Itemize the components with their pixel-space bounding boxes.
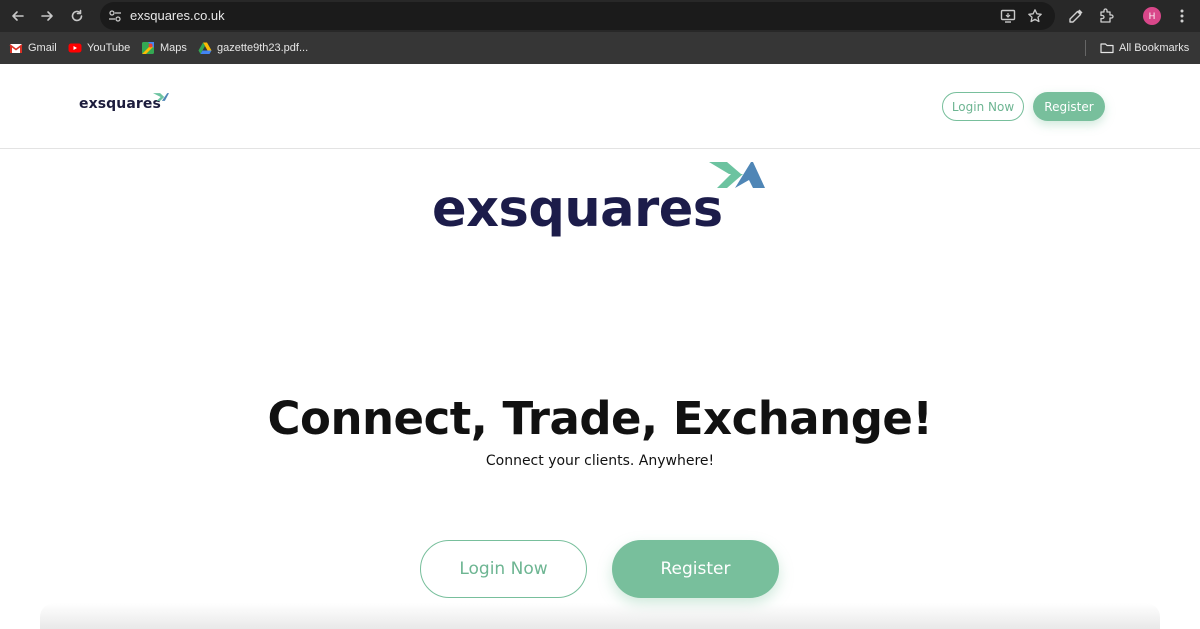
bookmark-gazette-pdf[interactable]: gazette9th23.pdf...	[198, 39, 308, 57]
back-icon[interactable]	[7, 5, 29, 27]
reload-icon[interactable]	[66, 5, 88, 27]
profile-avatar[interactable]: H	[1143, 7, 1161, 25]
bookmark-label: Maps	[160, 42, 187, 54]
browser-toolbar: exsquares.co.uk H	[0, 0, 1200, 32]
eyedropper-icon[interactable]	[1067, 7, 1085, 25]
bookmark-label: YouTube	[87, 42, 131, 54]
hero-logo: exsquares	[432, 160, 772, 255]
site-info-icon[interactable]	[108, 9, 122, 23]
logo-mark-icon	[709, 162, 765, 188]
bookmark-maps[interactable]: Maps	[141, 39, 187, 57]
more-menu-icon[interactable]	[1174, 8, 1190, 24]
bookmark-label: Gmail	[28, 42, 57, 54]
bookmark-label: gazette9th23.pdf...	[217, 42, 309, 54]
forward-icon[interactable]	[36, 5, 58, 27]
header-register-button[interactable]: Register	[1033, 92, 1105, 121]
bookmark-gmail[interactable]: Gmail	[9, 39, 57, 57]
url-text[interactable]: exsquares.co.uk	[130, 8, 225, 23]
cast-install-icon[interactable]	[1000, 8, 1016, 24]
header-logo[interactable]: exsquares	[79, 91, 171, 115]
all-bookmarks[interactable]: All Bookmarks	[1100, 39, 1189, 57]
hero-title: Connect, Trade, Exchange!	[267, 392, 933, 445]
maps-icon	[142, 42, 154, 54]
content-card-edge	[40, 603, 1160, 629]
hero-subtitle: Connect your clients. Anywhere!	[485, 453, 715, 469]
folder-icon	[1100, 43, 1114, 54]
bookmarks-divider	[1085, 40, 1086, 56]
logo-mark-icon	[153, 93, 169, 101]
all-bookmarks-label: All Bookmarks	[1119, 42, 1190, 54]
header-logo-text: exsquares	[79, 96, 161, 112]
hero-login-button[interactable]: Login Now	[420, 540, 587, 598]
header-login-button[interactable]: Login Now	[942, 92, 1024, 121]
bookmarks-bar: Gmail YouTube Maps gazette9th23.pdf... A…	[0, 32, 1200, 64]
google-drive-icon	[198, 42, 212, 54]
bookmark-star-icon[interactable]	[1027, 8, 1043, 24]
youtube-icon	[68, 43, 82, 53]
gmail-icon	[9, 44, 23, 53]
extensions-icon[interactable]	[1098, 7, 1116, 25]
hero-register-button[interactable]: Register	[612, 540, 779, 598]
hero-logo-text: exsquares	[432, 180, 723, 239]
bookmark-youtube[interactable]: YouTube	[68, 39, 130, 57]
site-header: exsquares Login Now Register	[0, 64, 1200, 149]
address-bar[interactable]: exsquares.co.uk	[100, 2, 1055, 30]
